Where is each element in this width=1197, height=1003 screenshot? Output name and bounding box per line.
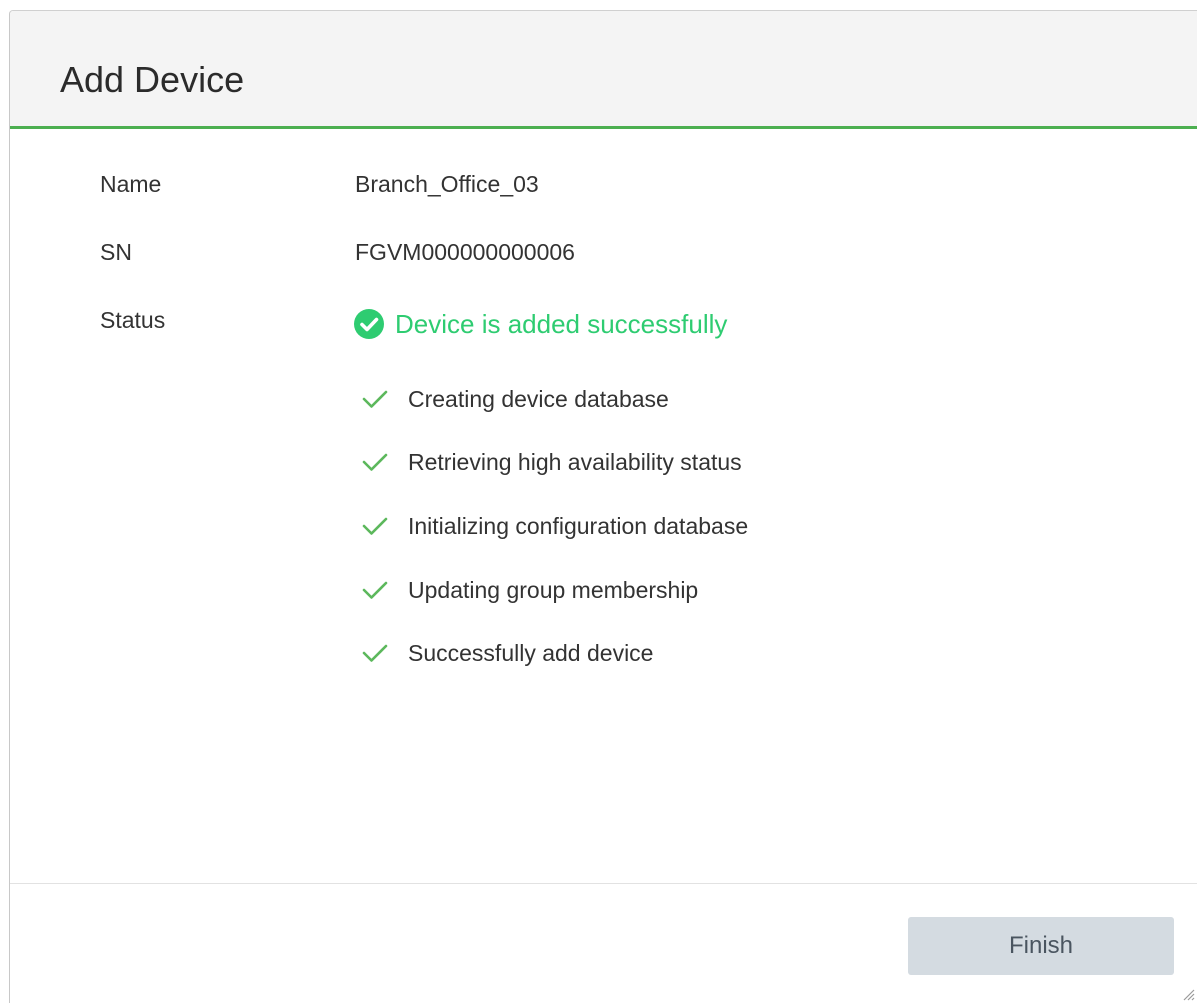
check-icon: [362, 453, 388, 471]
check-icon: [362, 517, 388, 535]
status-message: Device is added successfully: [395, 308, 728, 339]
check-circle-icon: [354, 309, 384, 339]
finish-button[interactable]: Finish: [908, 917, 1174, 975]
add-device-dialog: Add Device Name Branch_Office_03 SN FGVM…: [9, 10, 1197, 1003]
step-label: Initializing configuration database: [408, 512, 749, 539]
list-item: Creating device database: [362, 381, 962, 417]
list-item: Retrieving high availability status: [362, 444, 962, 480]
footer-divider: [10, 883, 1197, 884]
check-icon: [362, 581, 388, 599]
status-label: Status: [100, 307, 166, 333]
check-icon: [362, 644, 388, 662]
name-value: Branch_Office_03: [355, 171, 539, 197]
check-icon: [362, 390, 388, 408]
step-label: Successfully add device: [408, 639, 654, 666]
dialog-title: Add Device: [60, 59, 245, 100]
list-item: Updating group membership: [362, 572, 962, 608]
sn-label: SN: [100, 239, 132, 265]
step-label: Updating group membership: [408, 576, 699, 603]
status-indicator: Device is added successfully: [353, 304, 727, 344]
list-item: Initializing configuration database: [362, 508, 962, 544]
step-label: Retrieving high availability status: [408, 448, 742, 475]
name-label: Name: [100, 171, 162, 197]
resize-grip-icon[interactable]: [1181, 987, 1195, 1001]
list-item: Successfully add device: [362, 635, 962, 671]
dialog-header: Add Device: [10, 11, 1197, 129]
step-label: Creating device database: [408, 385, 669, 412]
sn-value: FGVM000000000006: [355, 239, 575, 265]
